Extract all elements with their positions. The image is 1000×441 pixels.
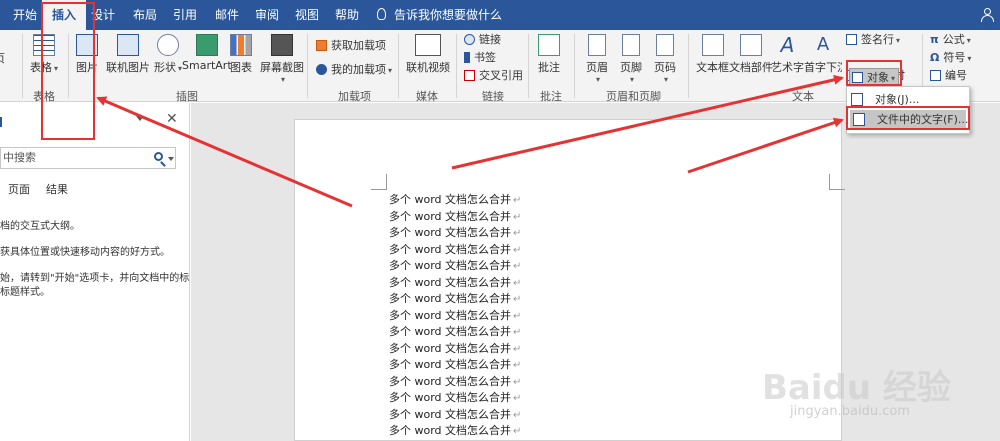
arrow-to-insert-tab bbox=[96, 96, 353, 208]
baidu-watermark: Baidu 经验 bbox=[762, 368, 951, 408]
baidu-watermark-url: jingyan.baidu.com bbox=[790, 404, 910, 419]
arrow-to-text-from-file bbox=[687, 117, 844, 174]
arrow-to-object bbox=[451, 74, 844, 170]
